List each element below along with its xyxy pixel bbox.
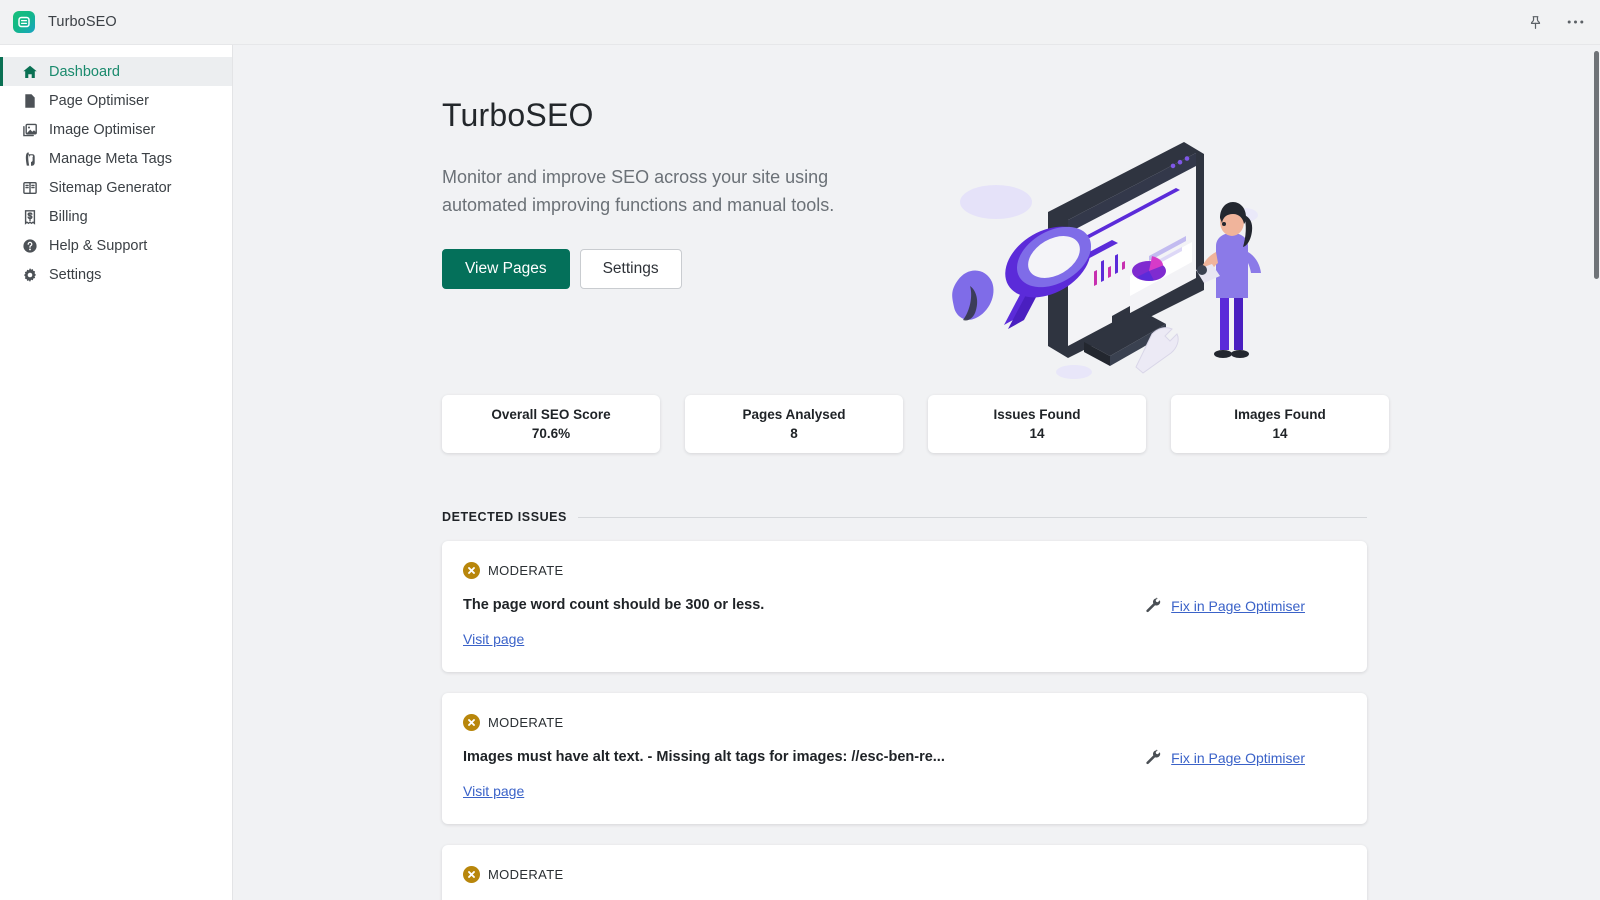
vertical-scrollbar-track[interactable] xyxy=(1593,45,1600,900)
hero-text-block: TurboSEO Monitor and improve SEO across … xyxy=(442,97,872,289)
stat-value: 14 xyxy=(1272,426,1287,441)
issue-card: MODERATE xyxy=(442,845,1367,900)
issue-fix-action: Fix in Page Optimiser xyxy=(1145,749,1346,766)
hero-subtitle: Monitor and improve SEO across your site… xyxy=(442,163,872,219)
visit-page-link[interactable]: Visit page xyxy=(463,631,524,647)
x-circle-icon xyxy=(463,714,480,731)
view-pages-button[interactable]: View Pages xyxy=(442,249,570,289)
tag-icon xyxy=(21,150,39,168)
image-icon xyxy=(21,121,39,139)
sidebar-item-label: Settings xyxy=(49,267,101,283)
vertical-scrollbar-thumb[interactable] xyxy=(1594,51,1599,279)
sidebar-item-manage-meta-tags[interactable]: Manage Meta Tags xyxy=(0,144,232,173)
issue-fix-action: Fix in Page Optimiser xyxy=(1145,597,1346,614)
stat-card-pages-analysed: Pages Analysed 8 xyxy=(685,395,903,453)
sidebar-item-help-support[interactable]: Help & Support xyxy=(0,231,232,260)
sidebar-item-sitemap-generator[interactable]: Sitemap Generator xyxy=(0,173,232,202)
question-circle-icon xyxy=(21,237,39,255)
page-title: TurboSEO xyxy=(442,97,872,134)
ellipsis-icon[interactable] xyxy=(1564,11,1586,33)
hero-button-group: View Pages Settings xyxy=(442,249,872,289)
wrench-icon xyxy=(1145,597,1162,614)
severity-row: MODERATE xyxy=(463,562,1346,579)
sidebar-item-billing[interactable]: Billing xyxy=(0,202,232,231)
sidebar-item-label: Dashboard xyxy=(49,64,120,80)
section-label: DETECTED ISSUES xyxy=(442,510,567,524)
stat-card-images-found: Images Found 14 xyxy=(1171,395,1389,453)
stat-card-issues-found: Issues Found 14 xyxy=(928,395,1146,453)
visit-page-link[interactable]: Visit page xyxy=(463,783,524,799)
status-badge: MODERATE xyxy=(488,867,564,882)
issue-body: The page word count should be 300 or les… xyxy=(463,597,1346,614)
titlebar-actions xyxy=(1524,11,1600,33)
app-title: TurboSEO xyxy=(48,14,117,30)
severity-row: MODERATE xyxy=(463,714,1346,731)
stat-value: 14 xyxy=(1029,426,1044,441)
stat-value: 8 xyxy=(790,426,798,441)
x-circle-icon xyxy=(463,866,480,883)
sidebar-item-label: Manage Meta Tags xyxy=(49,151,172,167)
status-badge: MODERATE xyxy=(488,563,564,578)
visit-page-row: Visit page xyxy=(463,631,1346,649)
sidebar-item-page-optimiser[interactable]: Page Optimiser xyxy=(0,86,232,115)
sidebar-item-dashboard[interactable]: Dashboard xyxy=(0,57,232,86)
sidebar-item-label: Billing xyxy=(49,209,88,225)
stat-label: Images Found xyxy=(1234,407,1326,422)
home-icon xyxy=(21,63,39,81)
dashboard-page: TurboSEO Monitor and improve SEO across … xyxy=(234,45,1600,900)
sidebar-item-label: Page Optimiser xyxy=(49,93,149,109)
issue-message: Images must have alt text. - Missing alt… xyxy=(463,749,945,765)
issues-list: MODERATE The page word count should be 3… xyxy=(442,541,1600,900)
issue-message: The page word count should be 300 or les… xyxy=(463,597,764,613)
main-content-area: TurboSEO Monitor and improve SEO across … xyxy=(234,45,1600,900)
visit-page-row: Visit page xyxy=(463,783,1346,801)
detected-issues-heading: DETECTED ISSUES xyxy=(442,510,1367,524)
x-circle-icon xyxy=(463,562,480,579)
stat-card-overall-seo-score: Overall SEO Score 70.6% xyxy=(442,395,660,453)
gear-icon xyxy=(21,266,39,284)
sidebar-item-label: Sitemap Generator xyxy=(49,180,172,196)
hero-banner: TurboSEO Monitor and improve SEO across … xyxy=(234,45,1600,395)
issue-card: MODERATE Images must have alt text. - Mi… xyxy=(442,693,1367,824)
fix-in-page-optimiser-link[interactable]: Fix in Page Optimiser xyxy=(1171,598,1305,614)
sidebar-item-label: Help & Support xyxy=(49,238,147,254)
document-icon xyxy=(21,92,39,110)
issue-card: MODERATE The page word count should be 3… xyxy=(442,541,1367,672)
stat-value: 70.6% xyxy=(532,426,570,441)
sidebar-item-image-optimiser[interactable]: Image Optimiser xyxy=(0,115,232,144)
stat-card-row: Overall SEO Score 70.6% Pages Analysed 8… xyxy=(234,395,1600,453)
sitemap-book-icon xyxy=(21,179,39,197)
settings-button[interactable]: Settings xyxy=(580,249,682,289)
window-titlebar: TurboSEO xyxy=(0,0,1600,45)
receipt-dollar-icon xyxy=(21,208,39,226)
sidebar: Dashboard Page Optimiser Image Optimiser xyxy=(0,45,233,900)
wrench-icon xyxy=(1145,749,1162,766)
stat-label: Overall SEO Score xyxy=(491,407,610,422)
sidebar-item-settings[interactable]: Settings xyxy=(0,260,232,289)
severity-row: MODERATE xyxy=(463,866,1346,883)
sidebar-item-label: Image Optimiser xyxy=(49,122,155,138)
status-badge: MODERATE xyxy=(488,715,564,730)
issue-body: Images must have alt text. - Missing alt… xyxy=(463,749,1346,766)
seo-analytics-isometric-illustration xyxy=(944,120,1284,390)
pushpin-icon[interactable] xyxy=(1524,11,1546,33)
stat-label: Pages Analysed xyxy=(742,407,845,422)
divider xyxy=(578,517,1367,518)
turboseo-logo-icon xyxy=(13,11,35,33)
stat-label: Issues Found xyxy=(993,407,1080,422)
fix-in-page-optimiser-link[interactable]: Fix in Page Optimiser xyxy=(1171,750,1305,766)
